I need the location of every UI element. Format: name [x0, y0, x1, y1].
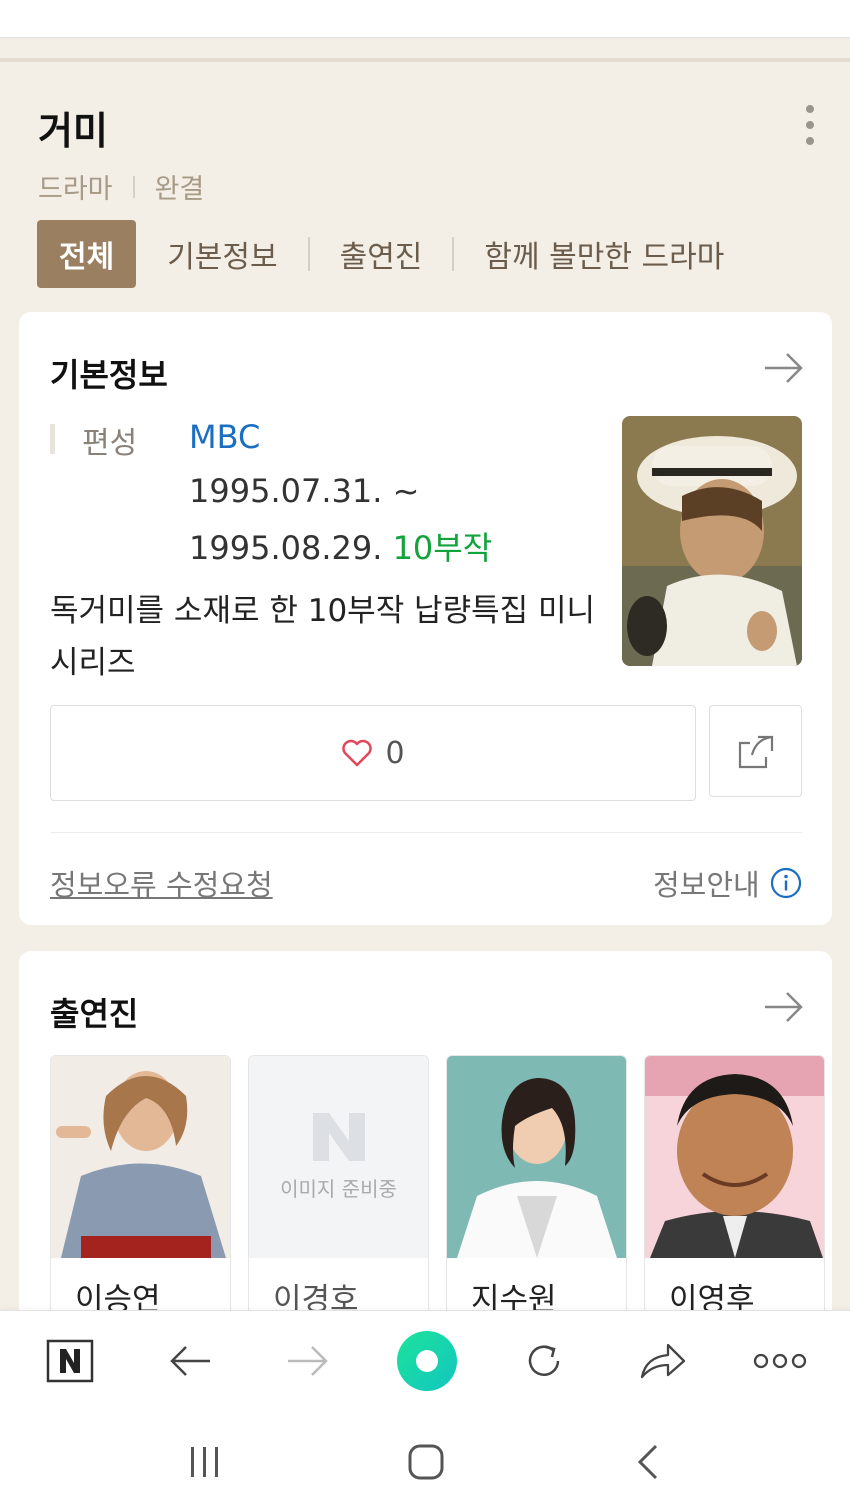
- share-icon: [738, 735, 773, 769]
- home-button-icon[interactable]: [401, 1440, 451, 1484]
- heart-icon: [342, 739, 373, 767]
- section-title: 기본정보: [50, 356, 168, 394]
- refresh-icon[interactable]: [519, 1336, 569, 1386]
- green-dot-icon[interactable]: [396, 1330, 458, 1392]
- cast-list: 이승연 이미지 준비중 이경호 지수원 이영후: [50, 1055, 832, 1311]
- cast-item[interactable]: 이영후: [644, 1055, 825, 1311]
- share-forward-icon[interactable]: [637, 1336, 687, 1386]
- more-options-icon[interactable]: [800, 105, 820, 147]
- browser-top-bar: [0, 0, 850, 38]
- cast-photo: [447, 1056, 626, 1258]
- share-button[interactable]: [709, 705, 802, 797]
- placeholder-text: 이미지 준비중: [280, 1176, 397, 1201]
- episode-count: 10부작: [392, 529, 493, 567]
- cast-name: 이승연: [75, 1282, 161, 1311]
- arrow-right-icon[interactable]: [763, 350, 805, 386]
- cast-name: 이영후: [669, 1282, 755, 1311]
- air-date-end-text: 1995.08.29.: [189, 529, 383, 567]
- divider: [307, 237, 310, 271]
- tab-all[interactable]: 전체: [37, 220, 137, 288]
- meta-line: 드라마 완결: [38, 167, 204, 206]
- cast-photo: [51, 1056, 230, 1258]
- cast-photo: [645, 1056, 824, 1258]
- system-nav-bar: [0, 1410, 850, 1511]
- label-marker: [50, 424, 55, 454]
- cast-name: 이경호: [273, 1282, 359, 1311]
- cast-item[interactable]: 이미지 준비중 이경호: [248, 1055, 429, 1311]
- system-back-icon[interactable]: [623, 1440, 673, 1484]
- tab-bar: 전체 기본정보 출연진 함께 볼만한 드라마: [37, 220, 724, 288]
- back-arrow-icon[interactable]: [165, 1336, 215, 1386]
- description: 독거미를 소재로 한 10부작 납량특집 미니시리즈: [50, 593, 596, 681]
- divider: [452, 237, 455, 271]
- like-count: 0: [385, 735, 405, 771]
- info-guide-link[interactable]: 정보안내: [653, 862, 802, 904]
- like-button[interactable]: 0: [50, 705, 696, 801]
- poster-image[interactable]: [622, 416, 802, 666]
- forward-arrow-icon[interactable]: [283, 1336, 333, 1386]
- browser-toolbar: [0, 1310, 850, 1410]
- tab-basic-info[interactable]: 기본정보: [167, 232, 277, 276]
- info-icon: [770, 867, 801, 899]
- section-title: 출연진: [50, 995, 139, 1033]
- report-error-link[interactable]: 정보오류 수정요청: [50, 862, 273, 904]
- cast-name: 지수원: [471, 1282, 557, 1311]
- basic-info-card: 기본정보 편성 MBC 1995.07.31. ~ 1995.08.29. 10…: [19, 312, 832, 925]
- cast-item[interactable]: 지수원: [446, 1055, 627, 1311]
- divider: [132, 175, 135, 198]
- station-link[interactable]: MBC: [189, 418, 260, 456]
- cast-card: 출연진 이승연 이미지 준비중 이경호 지수원 이영후: [19, 951, 832, 1311]
- cast-photo-placeholder: 이미지 준비중: [249, 1056, 428, 1258]
- recent-apps-icon[interactable]: [180, 1440, 230, 1484]
- status-label: 완결: [154, 174, 205, 205]
- info-guide-label: 정보안내: [653, 868, 760, 902]
- page-title: 거미: [38, 109, 108, 153]
- tab-cast[interactable]: 출연진: [340, 232, 423, 276]
- naver-logo-icon: [312, 1112, 365, 1161]
- air-date-end: 1995.08.29. 10부작: [189, 523, 492, 569]
- divider: [50, 832, 802, 833]
- tab-similar-dramas[interactable]: 함께 볼만한 드라마: [484, 232, 724, 276]
- broadcast-label: 편성: [82, 426, 138, 461]
- air-date-start: 1995.07.31. ~: [189, 472, 420, 510]
- genre-label: 드라마: [38, 174, 113, 205]
- cast-item[interactable]: 이승연: [50, 1055, 231, 1311]
- arrow-right-icon[interactable]: [763, 989, 805, 1025]
- naver-home-icon[interactable]: [45, 1336, 95, 1386]
- more-menu-icon[interactable]: [752, 1336, 808, 1386]
